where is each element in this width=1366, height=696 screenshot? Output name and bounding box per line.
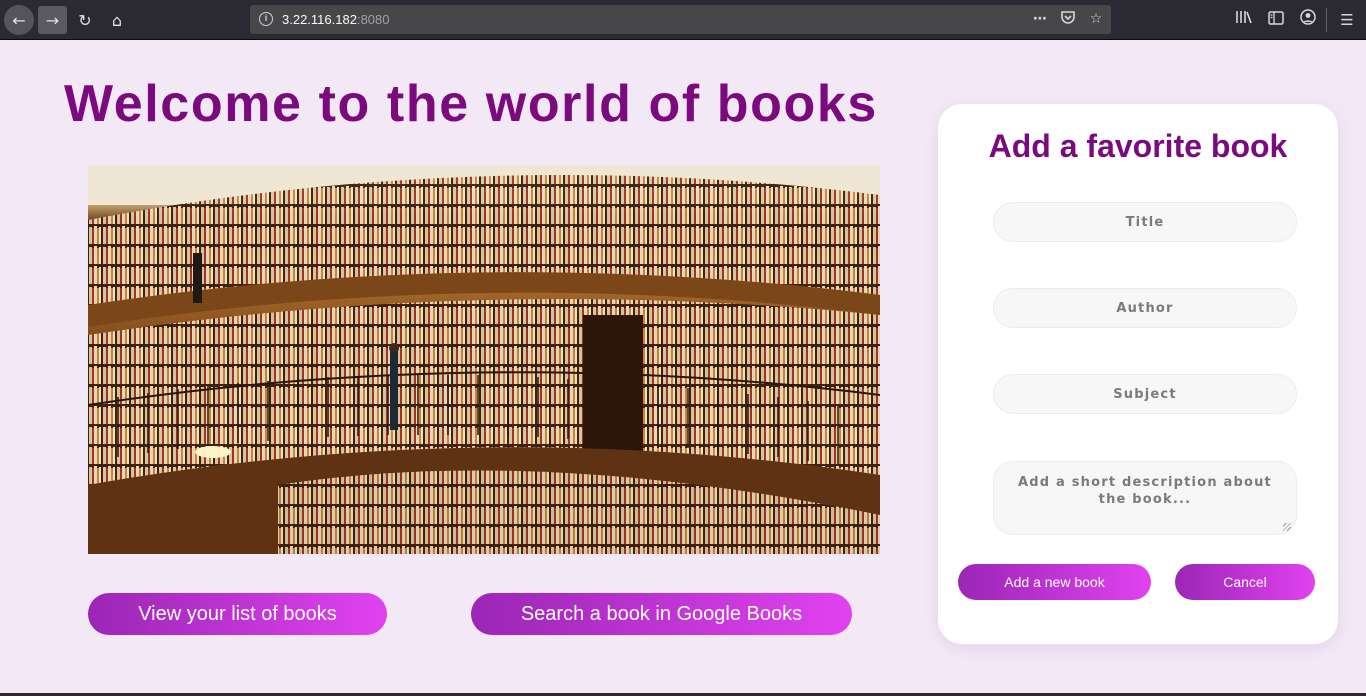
- pocket-icon[interactable]: [1058, 9, 1078, 29]
- library-bookshelves-image: [88, 165, 880, 554]
- sidebar-icon[interactable]: [1265, 9, 1287, 31]
- add-book-button[interactable]: Add a new book: [958, 564, 1151, 600]
- account-icon[interactable]: [1297, 9, 1319, 31]
- resize-handle-icon[interactable]: [1283, 523, 1291, 531]
- url-text[interactable]: 3.22.116.182:8080: [282, 12, 390, 27]
- back-arrow-icon[interactable]: ←: [4, 5, 34, 35]
- home-icon[interactable]: ⌂: [102, 5, 132, 35]
- toolbar-separator: [1326, 8, 1327, 32]
- page-title: Welcome to the world of books: [64, 75, 878, 133]
- title-input[interactable]: [993, 202, 1297, 242]
- search-google-books-button[interactable]: Search a book in Google Books: [471, 593, 852, 635]
- cancel-button[interactable]: Cancel: [1175, 564, 1315, 600]
- reload-icon[interactable]: ↻: [70, 5, 100, 35]
- add-book-form-card: Add a favorite book Add a new book Cance…: [938, 104, 1338, 644]
- url-bar[interactable]: i 3.22.116.182:8080 ⋯ ☆: [250, 5, 1111, 34]
- url-host: 3.22.116.182: [282, 12, 357, 27]
- form-title: Add a favorite book: [988, 128, 1288, 164]
- description-textarea[interactable]: [993, 461, 1297, 535]
- more-icon[interactable]: ⋯: [1030, 9, 1050, 29]
- author-input[interactable]: [993, 288, 1297, 328]
- url-port: :8080: [356, 12, 390, 27]
- info-icon[interactable]: i: [259, 12, 273, 26]
- library-icon[interactable]: [1233, 9, 1255, 31]
- star-icon[interactable]: ☆: [1086, 9, 1106, 29]
- view-list-button[interactable]: View your list of books: [88, 593, 387, 635]
- forward-arrow-icon[interactable]: →: [38, 6, 67, 34]
- browser-toolbar: ← → ↻ ⌂ i 3.22.116.182:8080 ⋯ ☆ ☰: [0, 0, 1366, 40]
- hamburger-menu-icon[interactable]: ☰: [1336, 9, 1358, 31]
- subject-input[interactable]: [993, 374, 1297, 414]
